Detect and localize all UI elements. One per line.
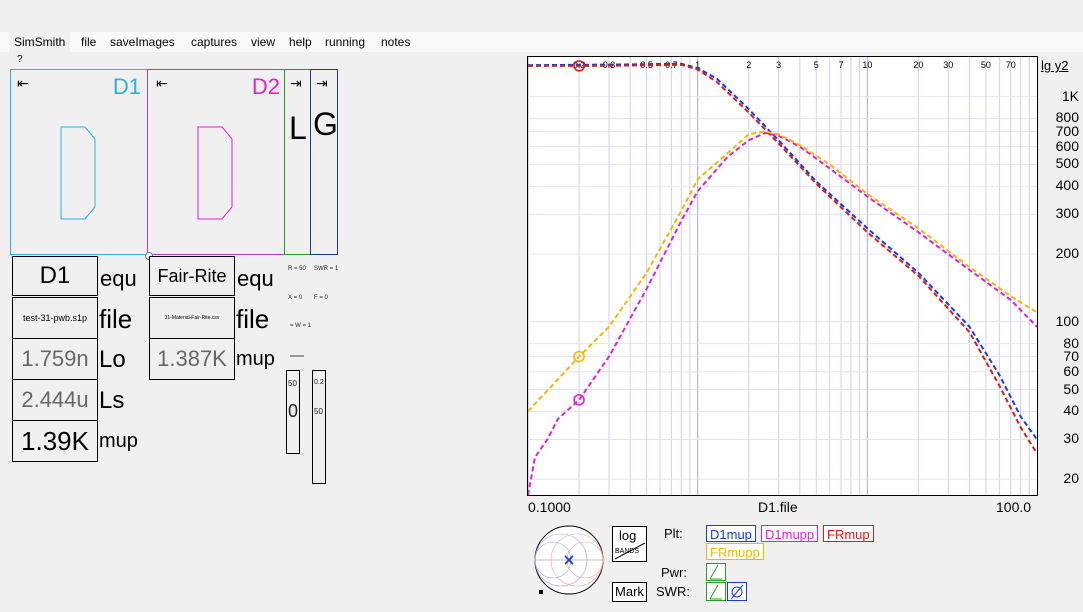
component-d2-name: D2 (251, 74, 280, 99)
swr-label: SWR: (656, 584, 690, 599)
component-g-name: G (313, 106, 338, 142)
d2-symbol-icon (197, 126, 233, 220)
legend-d1mupp[interactable]: D1mupp (761, 525, 819, 542)
y-tick-label: 600 (1055, 137, 1079, 154)
x-top-tick-label: 70 (1006, 60, 1016, 70)
component-l-name: L (289, 110, 307, 146)
y-tick-label: 60 (1063, 362, 1079, 379)
d1-file-field[interactable]: test-31-pwb.s1p (12, 297, 98, 339)
left-bar-arrow-icon: ⇤ (17, 76, 29, 92)
y-tick-label: 40 (1063, 402, 1079, 419)
pwr-label: Pwr: (661, 565, 687, 580)
log-bands-button[interactable]: log BANDS (612, 526, 647, 562)
d2-file-field[interactable]: 31-Material-Fair-Rite.csv (149, 297, 235, 339)
component-g[interactable]: ⇥ G (310, 69, 338, 255)
plt-label: Plt: (664, 526, 683, 541)
right-bar-arrow-icon: ⇥ (290, 76, 302, 92)
left-bar-arrow-icon: ⇤ (156, 76, 168, 92)
x-axis-max-label: 100.0 (996, 499, 1032, 515)
slider-right[interactable]: 0.2 50 (312, 370, 326, 484)
component-d1-name: D1 (112, 74, 141, 99)
divider (290, 355, 304, 357)
d1-mup-label: mup (99, 430, 138, 452)
d2-file-label: file (236, 304, 270, 334)
series-line-d1mupp (528, 131, 1037, 495)
y-tick-label: 400 (1055, 177, 1079, 194)
d1-lo-field[interactable]: 1.759n (12, 338, 98, 380)
x-readout: X = 0 (288, 295, 303, 301)
y-tick-label: 1K (1061, 87, 1079, 104)
d1-mup-field[interactable]: 1.39K (12, 420, 98, 462)
r-readout: R = 50 (288, 266, 306, 272)
slider-left-zero: 0 (288, 401, 299, 421)
legend-frmup[interactable]: FRmup (823, 525, 874, 542)
w-readout: = W = 1 (290, 323, 312, 329)
y-axis-label: lg y2 (1041, 58, 1069, 73)
menu-captures[interactable]: captures (186, 32, 242, 52)
d2-mup-label: mup (236, 348, 275, 370)
x-top-tick-label: 7 (839, 60, 844, 70)
pwr-checkbox[interactable] (706, 563, 726, 581)
d2-title-field[interactable]: Fair-Rite (149, 256, 235, 296)
menu-bar: SimSmith file saveImages captures view h… (0, 32, 1083, 52)
menu-simsmith[interactable]: SimSmith (9, 32, 71, 52)
y-tick-label: 50 (1063, 380, 1079, 397)
y-tick-label: 200 (1055, 244, 1079, 261)
diagonal-line-icon (614, 542, 646, 560)
help-mark[interactable]: ? (17, 54, 23, 65)
menu-running[interactable]: running (320, 32, 370, 52)
d1-symbol-icon (60, 126, 96, 220)
component-d1[interactable]: ⇤ D1 (10, 69, 148, 255)
legend-frmupp[interactable]: FRmupp (706, 543, 764, 560)
slider-left-value: 50 (288, 379, 297, 388)
plot-area[interactable]: 0.2 0.3 0.5 0.7 1 2 3 5 7 10 20 30 50 70 (527, 56, 1038, 496)
component-l[interactable]: ⇥ L (284, 69, 311, 255)
right-bar-arrow-icon: ⇥ (316, 76, 328, 92)
y-tick-label: 300 (1055, 205, 1079, 222)
y-tick-label: 70 (1063, 347, 1079, 364)
y-tick-label: 700 (1055, 122, 1079, 139)
d1-lo-label: Lo (99, 346, 126, 373)
x-axis-label: D1.file (758, 499, 798, 515)
bands-label: BANDS (615, 548, 640, 555)
menu-view[interactable]: view (246, 32, 280, 52)
y-tick-label: 500 (1055, 155, 1079, 172)
x-top-tick-label: 20 (913, 60, 923, 70)
x-top-tick-label: 30 (943, 60, 953, 70)
swr-checkboxes[interactable] (706, 582, 748, 602)
f-readout: F = 0 (314, 295, 328, 301)
slider-right-mid-value: 50 (314, 407, 323, 416)
d1-ls-field[interactable]: 2.444u (12, 379, 98, 421)
menu-notes[interactable]: notes (376, 32, 415, 52)
chart-svg: 0.2 0.3 0.5 0.7 1 2 3 5 7 10 20 30 50 70 (528, 57, 1037, 495)
legend-d1mup[interactable]: D1mup (706, 525, 756, 542)
x-top-tick-label: 2 (746, 60, 751, 70)
d1-equ-label: equ (100, 266, 137, 291)
d1-title-field[interactable]: D1 (12, 256, 98, 296)
y-axis: lg y2 1K 800 700 600 500 400 300 200 100 80 70 60 50… (1038, 56, 1083, 496)
mark-button[interactable]: Mark (612, 582, 647, 602)
menu-file[interactable]: file (76, 32, 101, 52)
x-top-tick-label: 3 (776, 60, 781, 70)
x-top-tick-label: 50 (981, 60, 991, 70)
y-tick-label: 30 (1063, 430, 1079, 447)
d1-file-label: file (99, 304, 133, 334)
menu-saveimages[interactable]: saveImages (105, 32, 180, 52)
y-tick-label: 100 (1055, 312, 1079, 329)
slider-left[interactable]: 50 0 (286, 370, 300, 454)
component-d2[interactable]: ⇤ D2 (147, 69, 285, 255)
d1-ls-label: Ls (99, 387, 125, 414)
slider-right-top-value: 0.2 (314, 379, 324, 386)
x-top-tick-label: 10 (862, 60, 872, 70)
smith-chart-icon[interactable] (527, 520, 607, 598)
y-tick-label: 20 (1063, 470, 1079, 487)
d2-mup-field[interactable]: 1.387K (149, 338, 235, 380)
d2-equ-label: equ (237, 266, 274, 291)
menu-help[interactable]: help (284, 32, 317, 52)
x-axis-min-label: 0.1000 (528, 499, 571, 515)
swr-readout: SWR = 1 (314, 266, 339, 272)
series-line-d1mup (528, 62, 1037, 441)
x-top-tick-label: 5 (814, 60, 819, 70)
series-line-frmupp (528, 130, 1037, 412)
